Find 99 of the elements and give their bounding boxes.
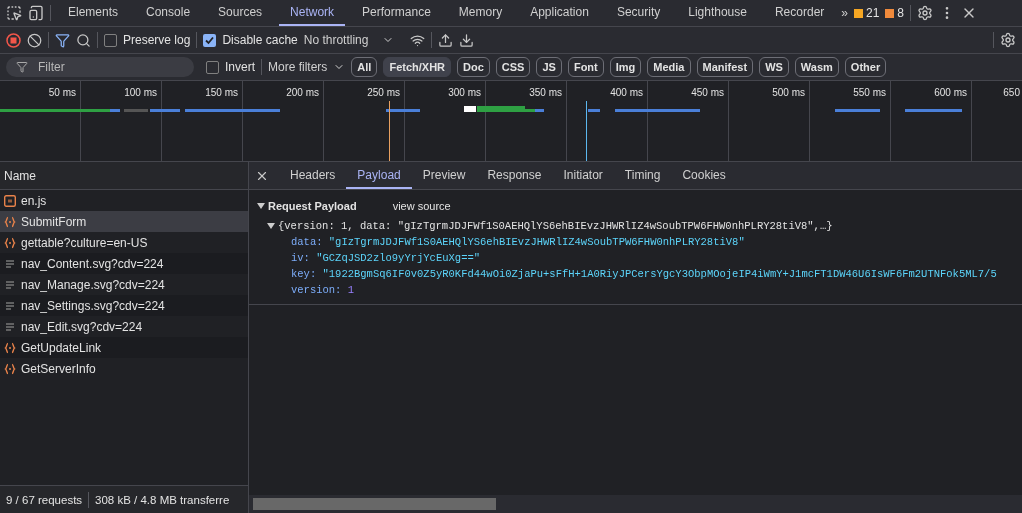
property-value: "1922BgmSq6IF0v0Z5yR0KFd44wOi0ZjaPu+sFfH+1A0RiyJPCersYgcY3ObpMOojeIP4iWmY+J1mcFT1DW46U6IsWF6Fm2UTNFok5ML7/5 (322, 267, 997, 282)
filter-input[interactable]: Filter (36, 59, 176, 75)
property-value: "GCZqJSD2zlo9yYrjYcEuXg==" (316, 251, 481, 266)
time-tick-label: 600 ms (934, 87, 967, 98)
inspect-element-icon[interactable] (6, 5, 22, 21)
transferred-size: 308 kB / 4.8 MB transferre (95, 493, 230, 506)
panel-tab[interactable]: Elements (57, 0, 130, 26)
request-row[interactable]: GetUpdateLink (0, 337, 248, 358)
panel-tab[interactable]: Performance (351, 0, 442, 26)
request-name: en.js (21, 193, 47, 208)
more-tabs-button[interactable]: » (841, 6, 848, 20)
type-filter-chip[interactable]: Other (844, 57, 887, 77)
request-name: nav_Edit.svg?cdv=224 (21, 319, 143, 334)
warning-count[interactable]: 21 (854, 6, 880, 20)
time-tick-label: 650 (1003, 87, 1020, 98)
object-summary[interactable]: {version: 1, data: "gIzTgrmJDJFWf1S0AEHQlYS6ehBIEvzJHWRlIZ4wSoubTPW6FHW0nhPLRY28tiV8",…} (278, 218, 833, 234)
detail-tab[interactable]: Response (476, 162, 553, 189)
time-tick-label: 450 ms (691, 87, 724, 98)
throttling-dropdown[interactable]: No throttling (303, 33, 395, 47)
request-name: GetUpdateLink (21, 340, 102, 355)
issue-count[interactable]: 8 (885, 6, 905, 20)
property-value: 1 (347, 283, 355, 298)
request-name: gettable?culture=en-US (21, 235, 148, 250)
time-tick-label: 50 ms (48, 87, 76, 98)
time-tick-label: 300 ms (448, 87, 481, 98)
checkmark-icon (205, 35, 215, 45)
expand-arrow-icon[interactable] (257, 202, 265, 210)
type-filter-chip[interactable]: Media (647, 57, 691, 77)
filter-field[interactable]: Filter (6, 57, 194, 77)
preserve-log-checkbox[interactable]: Preserve log (104, 33, 191, 47)
request-name: nav_Settings.svg?cdv=224 (21, 298, 165, 313)
panel-tab[interactable]: Sources (207, 0, 274, 26)
time-tick-label: 150 ms (205, 87, 238, 98)
type-filter-chip[interactable]: Doc (457, 57, 490, 77)
property-key: iv: (291, 250, 310, 266)
request-row[interactable]: nav_Content.svg?cdv=224 (0, 253, 248, 274)
detail-tab[interactable]: Initiator (552, 162, 614, 189)
device-toolbar-icon[interactable] (28, 5, 44, 21)
request-row[interactable]: SubmitForm (0, 211, 248, 232)
panel-tab[interactable]: Lighthouse (677, 0, 758, 26)
panel-tab[interactable]: Console (135, 0, 202, 26)
request-name: nav_Manage.svg?cdv=224 (21, 277, 165, 292)
curly-braces-icon (4, 341, 16, 354)
network-conditions-icon[interactable] (410, 32, 426, 48)
request-name: SubmitForm (21, 214, 87, 229)
curly-braces-icon (4, 215, 16, 228)
detail-tab[interactable]: Timing (613, 162, 672, 189)
clear-icon[interactable] (27, 32, 42, 48)
curly-braces-icon (4, 362, 16, 375)
detail-tab[interactable]: Preview (411, 162, 477, 189)
expand-arrow-icon[interactable] (267, 222, 275, 230)
panel-tab[interactable]: Memory (447, 0, 514, 26)
invert-checkbox[interactable]: Invert (206, 60, 255, 74)
time-tick-label: 550 ms (853, 87, 886, 98)
detail-tab[interactable]: Headers (279, 162, 347, 189)
time-tick-label: 350 ms (529, 87, 562, 98)
property-key: version: (291, 282, 342, 298)
type-filter-chip[interactable]: JS (536, 57, 562, 77)
time-tick-label: 400 ms (610, 87, 643, 98)
type-filter-chip[interactable]: WS (759, 57, 789, 77)
type-filter-chip[interactable]: Manifest (696, 57, 754, 77)
request-row[interactable]: nav_Settings.svg?cdv=224 (0, 295, 248, 316)
detail-tab[interactable]: Payload (346, 162, 412, 189)
property-value: "gIzTgrmJDJFWf1S0AEHQlYS6ehBIEvzJHWRlIZ4wSoubTPW6FHW0nhPLRY28tiV8" (328, 235, 745, 250)
type-filter-chip[interactable]: Font (567, 57, 604, 77)
filter-icon[interactable] (55, 32, 70, 48)
request-name: nav_Content.svg?cdv=224 (21, 256, 164, 271)
type-filter-chip[interactable]: Fetch/XHR (383, 57, 452, 77)
section-title[interactable]: Request Payload (268, 198, 357, 214)
record-icon[interactable] (6, 32, 21, 48)
property-key: data: (291, 234, 323, 250)
request-count: 9 / 67 requests (6, 493, 83, 506)
script-file-icon (4, 194, 16, 207)
column-header[interactable]: Name (4, 168, 36, 183)
download-icon[interactable] (459, 32, 475, 48)
time-tick-label: 250 ms (367, 87, 400, 98)
type-filter-chip[interactable]: All (351, 57, 378, 77)
type-filter-chip[interactable]: Img (609, 57, 642, 77)
type-filter-chip[interactable]: CSS (495, 57, 531, 77)
more-filters-dropdown[interactable]: More filters (268, 60, 346, 74)
panel-tab[interactable]: Recorder (763, 0, 836, 26)
time-tick-label: 200 ms (286, 87, 319, 98)
filter-icon (16, 61, 28, 73)
disable-cache-checkbox[interactable]: Disable cache (203, 33, 298, 47)
curly-braces-icon (4, 236, 16, 249)
settings-icon[interactable] (1000, 32, 1016, 48)
view-source-link[interactable]: view source (392, 200, 451, 212)
horizontal-scrollbar[interactable] (249, 495, 1022, 513)
upload-icon[interactable] (438, 32, 454, 48)
request-name: GetServerInfo (21, 361, 96, 376)
time-tick-label: 100 ms (124, 87, 157, 98)
property-key: key: (291, 266, 317, 282)
panel-tab[interactable]: Security (605, 0, 672, 26)
settings-icon[interactable] (917, 5, 934, 21)
time-tick-label: 500 ms (772, 87, 805, 98)
detail-tab[interactable]: Cookies (671, 162, 737, 189)
panel-tab[interactable]: Application (519, 0, 600, 26)
search-icon[interactable] (76, 32, 91, 48)
type-filter-chip[interactable]: Wasm (794, 57, 839, 77)
